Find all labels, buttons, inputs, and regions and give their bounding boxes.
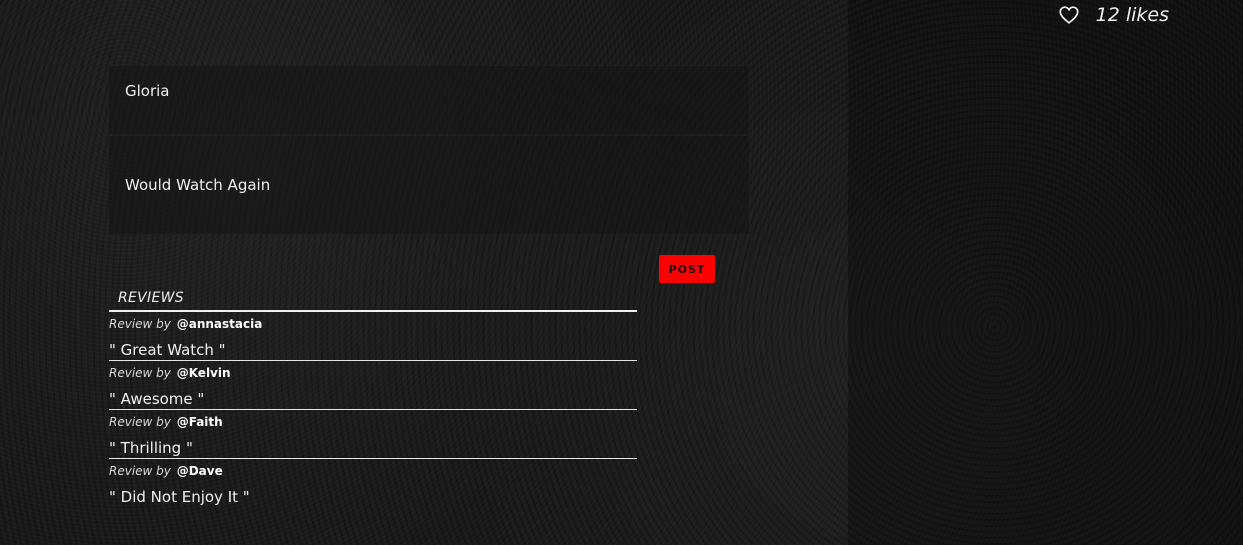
review-item: Review by @annastacia " Great Watch " xyxy=(109,312,637,361)
review-item: Review by @Dave " Did Not Enjoy It " xyxy=(109,459,637,508)
likes-count: 12 likes xyxy=(1095,4,1169,26)
review-meta: Review by @annastacia xyxy=(109,312,637,331)
name-input[interactable]: Gloria xyxy=(108,65,750,135)
review-text: " Great Watch " xyxy=(109,341,226,359)
review-item: Review by @Kelvin " Awesome " xyxy=(109,361,637,410)
review-text: " Thrilling " xyxy=(109,439,193,457)
heart-icon[interactable] xyxy=(1058,4,1080,26)
review-meta: Review by @Kelvin xyxy=(109,361,637,380)
review-item: Review by @Faith " Thrilling " xyxy=(109,410,637,459)
reviews-section: REVIEWS Review by @annastacia " Great Wa… xyxy=(109,288,637,508)
review-by-label: Review by xyxy=(109,366,171,380)
name-input-value: Gloria xyxy=(125,82,170,100)
review-textarea-value: Would Watch Again xyxy=(125,176,271,194)
review-meta: Review by @Dave xyxy=(109,459,637,478)
right-panel-shade xyxy=(848,0,1243,545)
review-by-label: Review by xyxy=(109,415,171,429)
review-meta: Review by @Faith xyxy=(109,410,637,429)
review-textarea[interactable]: Would Watch Again xyxy=(108,135,750,235)
review-author[interactable]: @Faith xyxy=(177,415,223,429)
review-author[interactable]: @Dave xyxy=(177,464,223,478)
post-button[interactable]: POST xyxy=(659,255,715,283)
review-text: " Awesome " xyxy=(109,390,205,408)
review-by-label: Review by xyxy=(109,464,171,478)
likes-counter: 12 likes xyxy=(1058,4,1169,26)
review-text: " Did Not Enjoy It " xyxy=(109,488,250,506)
review-author[interactable]: @Kelvin xyxy=(177,366,231,380)
review-by-label: Review by xyxy=(109,317,171,331)
reviews-heading: REVIEWS xyxy=(109,288,637,312)
review-author[interactable]: @annastacia xyxy=(177,317,263,331)
